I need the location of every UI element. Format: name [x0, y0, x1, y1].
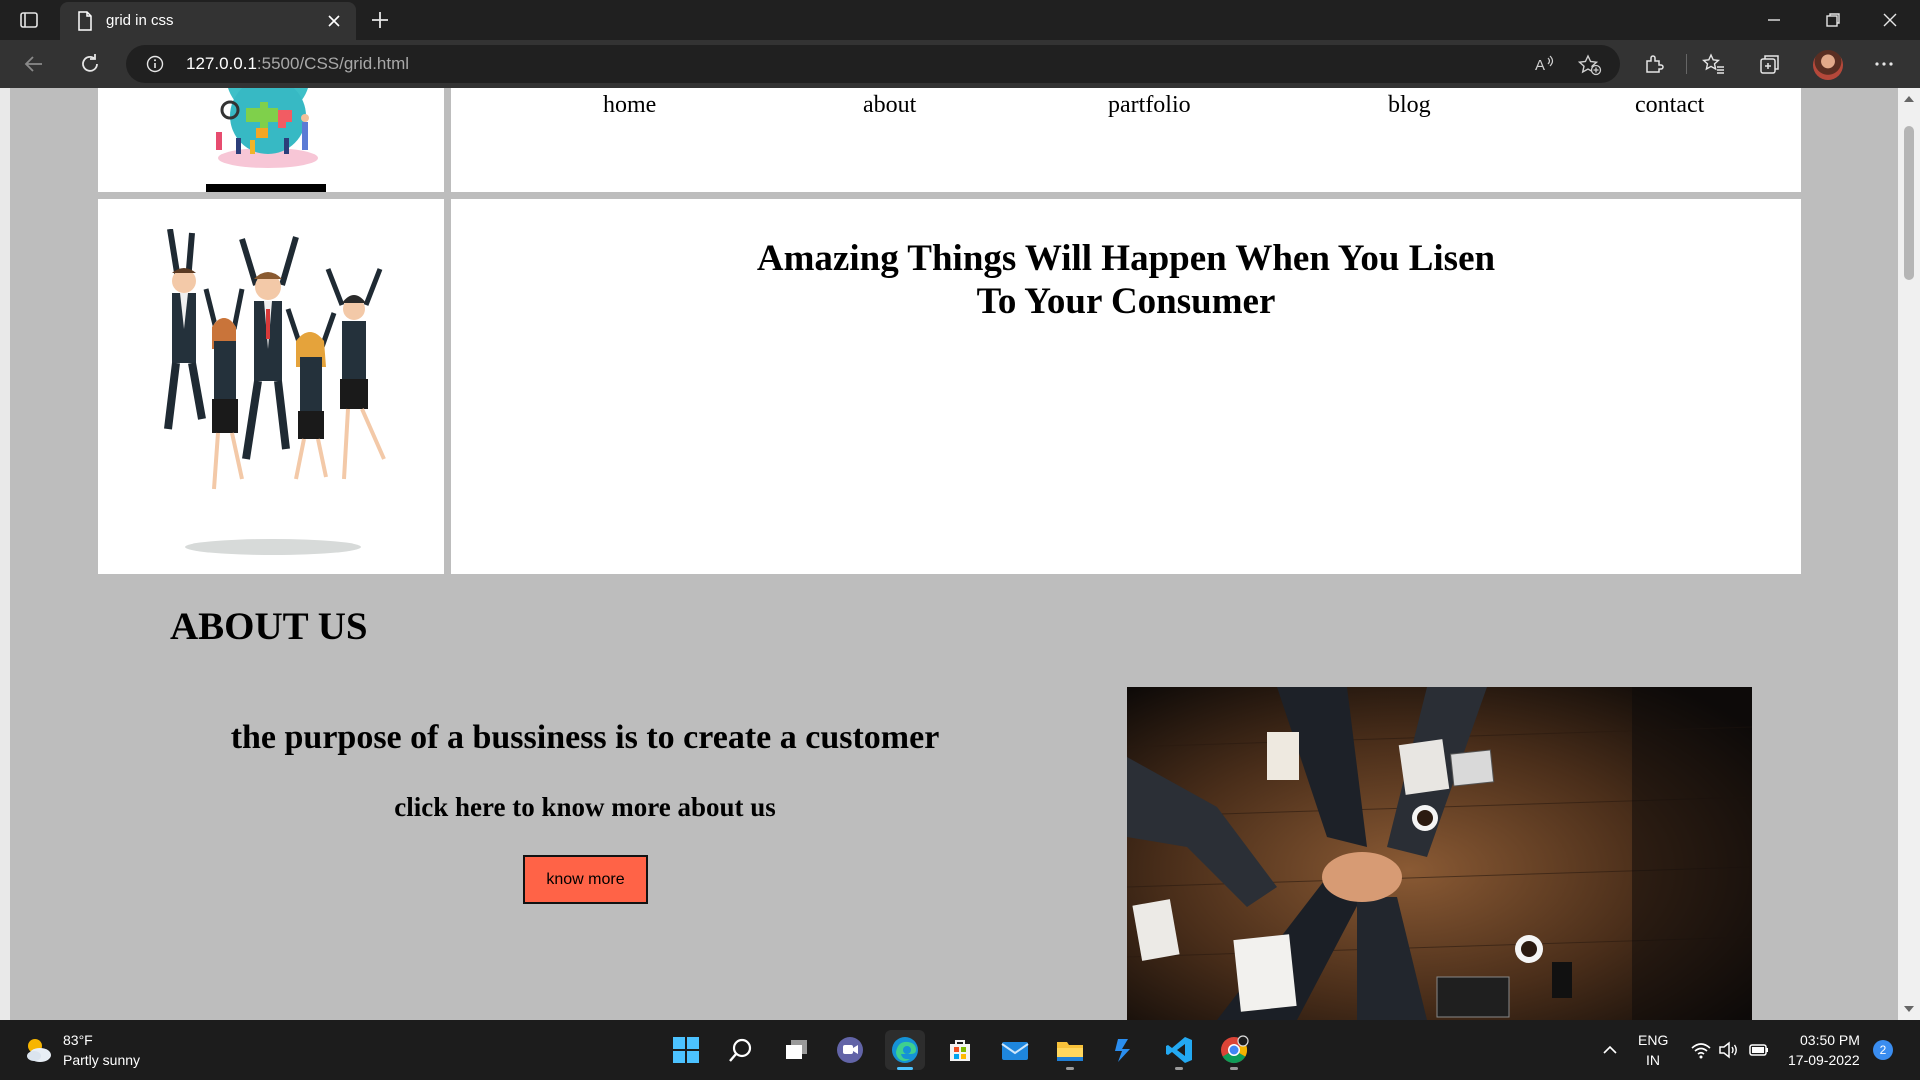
nav-link-about[interactable]: about	[863, 92, 916, 119]
teams-chat-icon[interactable]	[830, 1030, 870, 1070]
nav-link-portfolio[interactable]: partfolio	[1108, 92, 1191, 119]
url-host: 127.0.0.1	[186, 54, 257, 73]
hero-title: Amazing Things Will Happen When You Lise…	[451, 237, 1801, 323]
team-illustration-cell	[98, 199, 444, 574]
purpose-statement: the purpose of a bussiness is to create …	[230, 719, 940, 756]
hero-title-line-1: Amazing Things Will Happen When You Lise…	[756, 238, 1496, 279]
windows-start-icon[interactable]	[666, 1030, 706, 1070]
tab-actions-icon[interactable]	[18, 9, 40, 31]
about-cta-text: click here to know more about us	[394, 792, 776, 822]
tab-title: grid in css	[106, 12, 174, 29]
site-info-icon[interactable]	[146, 55, 164, 73]
edge-icon[interactable]	[885, 1030, 925, 1070]
weather-temperature[interactable]: 83°F	[63, 1032, 93, 1048]
volume-icon[interactable]	[1718, 1040, 1740, 1060]
restore-icon[interactable]	[1821, 8, 1845, 32]
logo-cell	[98, 88, 444, 192]
nav-cell: home about partfolio blog contact	[451, 88, 1801, 192]
scrollbar-thumb[interactable]	[1904, 126, 1914, 280]
svg-text:A: A	[1535, 57, 1545, 74]
address-bar[interactable]: 127.0.0.1:5500/CSS/grid.html A	[126, 45, 1620, 83]
extensions-icon[interactable]	[1642, 52, 1666, 76]
language-region[interactable]: IN	[1646, 1052, 1660, 1068]
store-icon[interactable]	[940, 1030, 980, 1070]
more-options-icon[interactable]	[1872, 52, 1896, 76]
task-view-icon[interactable]	[776, 1030, 816, 1070]
partly-sunny-weather-icon[interactable]	[22, 1034, 54, 1066]
know-more-button[interactable]: know more	[523, 855, 648, 904]
clock-date[interactable]: 17-09-2022	[1788, 1052, 1860, 1068]
tab-close-icon[interactable]	[324, 11, 344, 31]
add-favorite-icon[interactable]	[1578, 54, 1602, 76]
tab-bar: grid in css	[0, 0, 1920, 40]
reload-icon[interactable]	[78, 52, 102, 76]
page-viewport: home about partfolio blog contact Amazin…	[0, 88, 1920, 1020]
minimize-icon[interactable]	[1762, 8, 1786, 32]
language-indicator[interactable]: ENG	[1638, 1032, 1668, 1048]
back-arrow-icon[interactable]	[22, 52, 46, 76]
search-icon[interactable]	[721, 1030, 761, 1070]
scroll-up-arrow-icon[interactable]	[1904, 96, 1914, 102]
new-tab-plus-icon[interactable]	[368, 8, 392, 32]
url-text[interactable]: 127.0.0.1:5500/CSS/grid.html	[186, 54, 409, 74]
logo-image	[206, 88, 326, 192]
show-hidden-icons-chevron-icon[interactable]	[1600, 1040, 1620, 1060]
edge-active-indicator	[897, 1067, 913, 1070]
wifi-icon[interactable]	[1690, 1040, 1712, 1060]
nav-link-blog[interactable]: blog	[1388, 92, 1431, 119]
vscode-icon[interactable]	[1159, 1030, 1199, 1070]
nav-link-contact[interactable]: contact	[1635, 92, 1704, 119]
explorer-running-indicator	[1066, 1067, 1074, 1070]
hero-title-line-2: To Your Consumer	[976, 281, 1276, 322]
viewport-edge	[0, 88, 10, 1020]
clock-time[interactable]: 03:50 PM	[1800, 1032, 1860, 1048]
jumping-team-illustration	[164, 229, 386, 555]
page-icon	[78, 11, 92, 31]
power-automate-icon[interactable]	[1104, 1030, 1144, 1070]
nav-link-home[interactable]: home	[603, 92, 656, 119]
vscode-running-indicator	[1175, 1067, 1183, 1070]
read-aloud-icon[interactable]: A	[1534, 54, 1556, 74]
browser-tab[interactable]: grid in css	[60, 2, 356, 40]
battery-icon[interactable]	[1748, 1040, 1770, 1060]
about-heading: ABOUT US	[170, 605, 368, 648]
chrome-running-indicator	[1230, 1067, 1238, 1070]
url-path: :5500/CSS/grid.html	[256, 54, 410, 73]
weather-description[interactable]: Partly sunny	[63, 1052, 140, 1068]
window-close-icon[interactable]	[1878, 8, 1902, 32]
team-meeting-photo	[1127, 687, 1752, 1020]
notification-count-badge[interactable]: 2	[1873, 1040, 1893, 1060]
hero-cell: Amazing Things Will Happen When You Lise…	[451, 199, 1801, 574]
scroll-down-arrow-icon[interactable]	[1904, 1006, 1914, 1012]
windows-taskbar: 83°F Partly sunny ENG IN 03:50 PM 17-09-…	[0, 1020, 1920, 1080]
toolbar-divider	[1686, 54, 1687, 74]
profile-avatar[interactable]	[1813, 50, 1843, 80]
page-scrollbar[interactable]	[1898, 88, 1920, 1020]
chrome-icon[interactable]	[1214, 1030, 1254, 1070]
file-explorer-icon[interactable]	[1050, 1030, 1090, 1070]
meeting-table-photo	[1127, 687, 1752, 1020]
favorites-icon[interactable]	[1702, 52, 1726, 76]
collections-icon[interactable]	[1758, 52, 1782, 76]
browser-toolbar: 127.0.0.1:5500/CSS/grid.html A	[0, 40, 1920, 88]
mail-icon[interactable]	[995, 1030, 1035, 1070]
